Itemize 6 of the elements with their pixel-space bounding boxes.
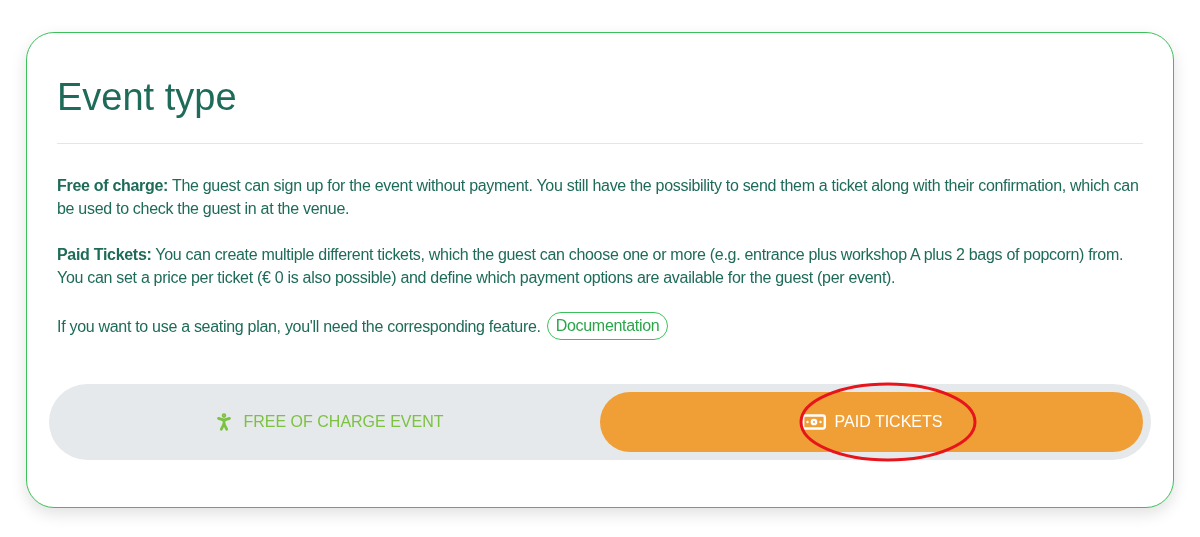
section-title: Event type <box>57 75 238 120</box>
description-paragraph: Paid Tickets: You can create multiple different tickets, which the guest can choose one or more (e.g. entrance plus workshop A plus 2 bags of popcorn) from. You can set a price per ticket (€ 0 is also possible) and define which payment options are available for the guest (per event). <box>57 245 1125 288</box>
option-button[interactable]: PAID TICKETS <box>600 392 1143 452</box>
seating-note: If you want to use a seating plan, you'll need the corresponding feature. <box>57 316 541 337</box>
description-paragraph: Free of charge: The guest can sign up for the event without payment. You still have the possibility to send them a ticket along with their confirmation, which can be used to check the guest in at the venue. <box>57 176 1140 219</box>
option-button[interactable]: FREE OF CHARGE EVENT <box>57 392 600 452</box>
